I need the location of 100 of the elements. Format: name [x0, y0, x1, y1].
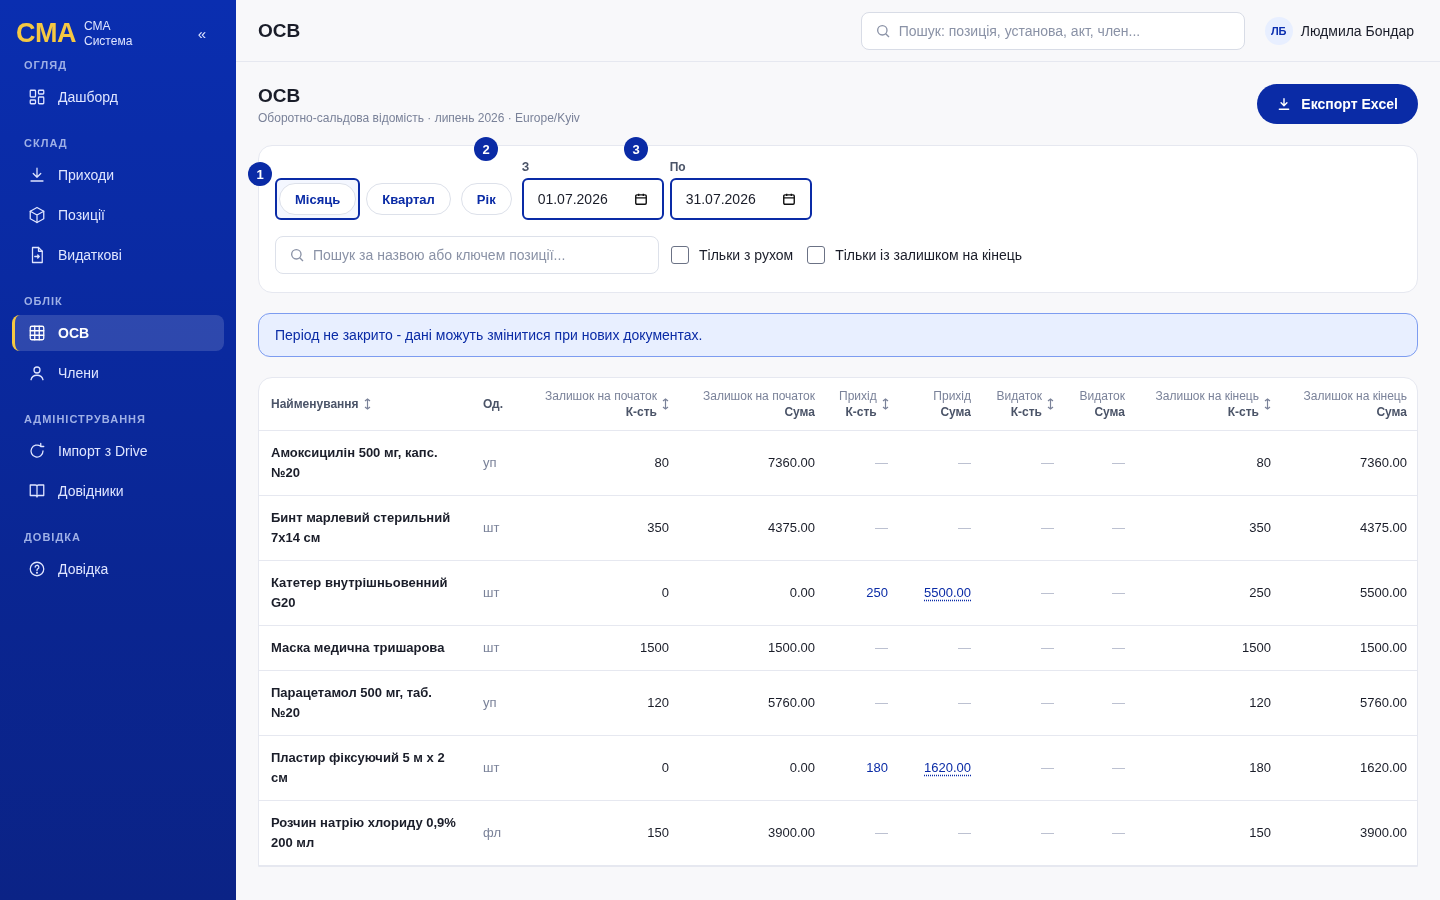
column-heading[interactable]: Од. — [483, 396, 503, 412]
date-field[interactable]: 31.07.2026 — [669, 178, 812, 220]
table-cell: 5760.00 — [1360, 695, 1407, 710]
search-icon — [289, 247, 305, 263]
user-avatar[interactable]: ЛБ — [1264, 16, 1293, 45]
sidebar-item[interactable]: Позиції — [12, 197, 224, 233]
empty-cell: — — [1112, 695, 1125, 710]
sidebar-item[interactable]: Дашборд — [12, 79, 224, 115]
item-name: Амоксицилін 500 мг, капс. №20 — [271, 445, 438, 480]
step-badge: 3 — [624, 137, 648, 161]
table-cell: 1500.00 — [768, 640, 815, 655]
sidebar-item[interactable]: Видаткові — [12, 237, 224, 273]
date-field[interactable]: 01.07.2026 — [521, 178, 664, 220]
unit-cell: шт — [483, 585, 500, 600]
table-cell: 180 — [1249, 760, 1271, 775]
table-cell: 4375.00 — [768, 520, 815, 535]
table-cell: 1500 — [1242, 640, 1271, 655]
empty-cell: — — [1112, 825, 1125, 840]
section-heading: ОГЛЯД — [23, 58, 68, 73]
info-banner: Період не закрито - дані можуть змінитися при нових документах. — [258, 313, 1418, 357]
search-field[interactable]: Пошук за назвою або ключем позиції... — [275, 236, 659, 274]
table-cell: 3900.00 — [1360, 825, 1407, 840]
export-button[interactable]: Експорт Excel — [1257, 84, 1418, 124]
column-heading[interactable]: Найменування — [271, 396, 359, 412]
sort-icon[interactable] — [1264, 398, 1271, 410]
empty-cell: — — [958, 455, 971, 470]
table-cell: 0.00 — [789, 760, 815, 775]
checkbox[interactable] — [807, 246, 826, 264]
column-group-heading: Залишок на кінець — [1155, 388, 1259, 404]
brand-name: СМА — [84, 18, 112, 34]
sidebar-item[interactable]: ОСВ — [12, 315, 224, 351]
column-heading[interactable]: К-сть — [625, 405, 657, 419]
window-title: ОСВ — [258, 19, 301, 42]
empty-cell: — — [1041, 455, 1054, 470]
collapse-button[interactable]: « — [195, 25, 208, 42]
column-heading[interactable]: К-сть — [845, 405, 877, 419]
column-group-heading: Прихід — [839, 388, 877, 404]
item-name: Маска медична тришарова — [271, 640, 445, 655]
checkbox-label: Тільки із залишком на кінець — [835, 247, 1023, 263]
quantity-link[interactable]: 180 — [866, 760, 888, 775]
empty-cell: — — [875, 825, 888, 840]
sidebar-item[interactable]: Імпорт з Drive — [12, 433, 224, 469]
table-cell: 7360.00 — [1360, 455, 1407, 470]
unit-cell: шт — [483, 520, 500, 535]
table-cell: 0 — [661, 585, 669, 600]
column-heading[interactable]: К-сть — [1227, 405, 1259, 419]
section-heading: АДМІНІСТРУВАННЯ — [23, 412, 147, 427]
amount-link[interactable]: 5500.00 — [924, 585, 971, 600]
calendar-icon[interactable] — [781, 192, 796, 206]
quantity-link[interactable]: 250 — [866, 585, 888, 600]
table-cell: 1620.00 — [1360, 760, 1407, 775]
search-icon — [874, 22, 891, 39]
empty-cell: — — [958, 640, 971, 655]
unit-cell: шт — [483, 760, 500, 775]
column-group-heading: Залишок на кінець — [1303, 388, 1407, 404]
checkbox-label: Тільки з рухом — [699, 247, 794, 263]
sort-icon[interactable] — [662, 398, 669, 410]
empty-cell: — — [875, 640, 888, 655]
calendar-icon[interactable] — [633, 192, 648, 206]
empty-cell: — — [958, 695, 971, 710]
empty-cell: — — [1112, 585, 1125, 600]
table-cell: 4375.00 — [1360, 520, 1407, 535]
sidebar-item[interactable]: Довідники — [12, 473, 224, 509]
unit-cell: уп — [483, 695, 497, 710]
item-name: Бинт марлевий стерильний 7х14 см — [271, 510, 451, 545]
sidebar-item[interactable]: Члени — [12, 355, 224, 391]
column-heading[interactable]: Сума — [784, 405, 815, 419]
column-heading[interactable]: Сума — [1376, 405, 1407, 419]
table-cell: 0 — [661, 760, 669, 775]
section-heading: ОБЛІК — [23, 294, 64, 309]
refresh-icon — [28, 442, 46, 460]
dashboard-icon — [28, 88, 46, 106]
search-field[interactable]: Пошук: позиція, установа, акт, член... — [860, 11, 1245, 50]
table-icon — [28, 324, 46, 342]
sort-icon[interactable] — [363, 398, 371, 410]
column-group-heading: Видаток — [1079, 388, 1125, 404]
column-heading[interactable]: Сума — [940, 405, 971, 419]
column-group-heading: Залишок на початок — [545, 388, 657, 404]
column-heading[interactable]: Сума — [1094, 405, 1125, 419]
table-cell: 0.00 — [789, 585, 815, 600]
period-tab[interactable]: Місяць — [275, 178, 361, 220]
table-cell: 1500.00 — [1360, 640, 1407, 655]
step-badge: 2 — [474, 137, 498, 161]
empty-cell: — — [1041, 760, 1054, 775]
brand-subtitle: Система — [84, 33, 133, 49]
sidebar-item[interactable]: Довідка — [12, 551, 224, 587]
sidebar-item[interactable]: Приходи — [12, 157, 224, 193]
empty-cell: — — [1041, 825, 1054, 840]
table-cell: 80 — [1256, 455, 1271, 470]
column-heading[interactable]: К-сть — [1010, 405, 1042, 419]
sort-icon[interactable] — [881, 398, 889, 410]
amount-link[interactable]: 1620.00 — [924, 760, 971, 775]
column-group-heading: Видаток — [996, 388, 1042, 404]
empty-cell: — — [1041, 520, 1054, 535]
sort-icon[interactable] — [1047, 398, 1054, 410]
empty-cell: — — [875, 520, 888, 535]
checkbox[interactable] — [671, 246, 689, 264]
field-label: По — [669, 160, 687, 174]
empty-cell: — — [1112, 520, 1125, 535]
empty-cell: — — [1112, 760, 1125, 775]
